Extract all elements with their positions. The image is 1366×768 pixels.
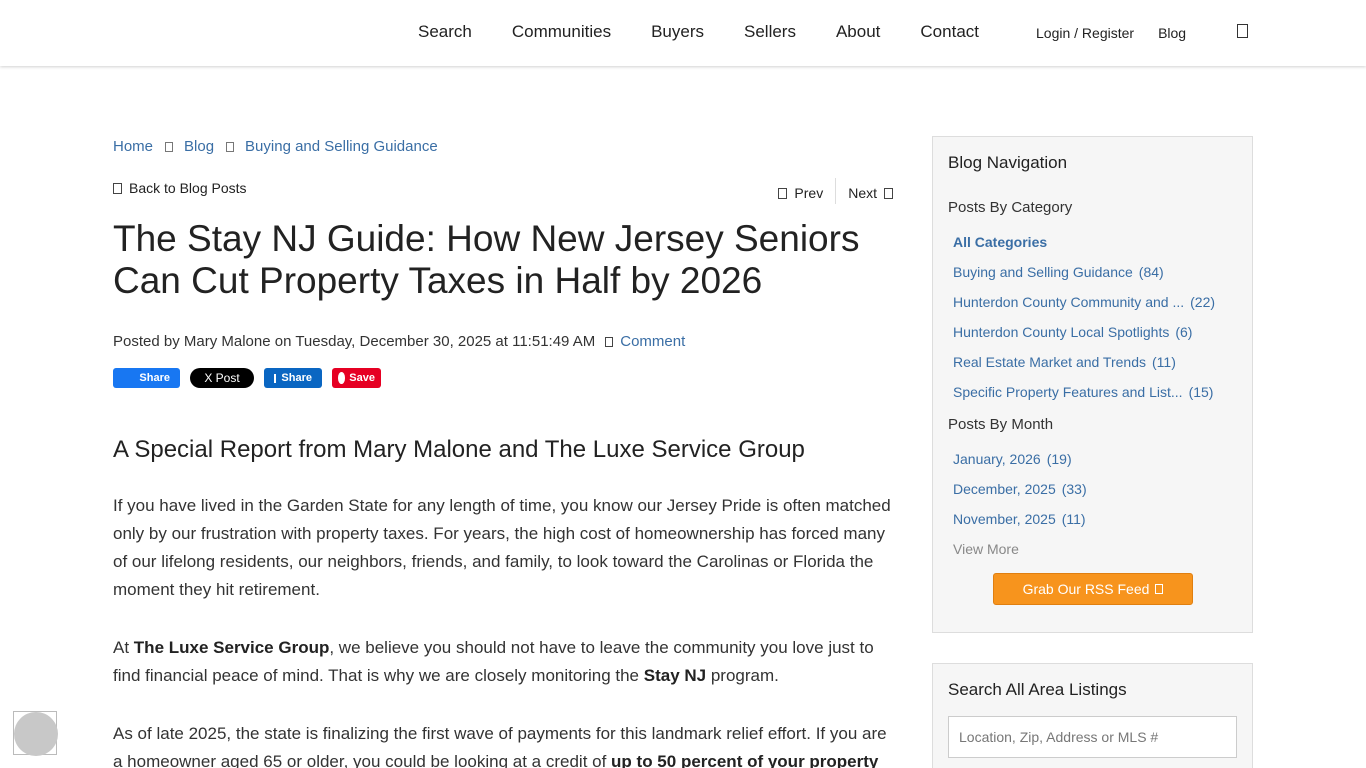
paragraph-1: If you have lived in the Garden State fo… [113, 496, 891, 599]
share-buttons: Share X Post Share Save [113, 368, 391, 388]
post-navigation: Back to Blog Posts Prev Next [113, 178, 893, 206]
nav-contact[interactable]: Contact [920, 22, 979, 42]
back-to-blog-link[interactable]: Back to Blog Posts [113, 180, 247, 196]
pinterest-save-label: Save [349, 372, 375, 384]
nav-buyers[interactable]: Buyers [651, 22, 704, 42]
linkedin-share-button[interactable]: Share [264, 368, 322, 388]
breadcrumb: Home Blog Buying and Selling Guidance [113, 138, 438, 155]
breadcrumb-home[interactable]: Home [113, 138, 153, 155]
prev-label: Prev [794, 185, 824, 201]
category-item[interactable]: All Categories [953, 234, 1215, 264]
rss-feed-button[interactable]: Grab Our RSS Feed [993, 573, 1193, 605]
menu-icon[interactable] [1237, 24, 1248, 38]
category-item[interactable]: Hunterdon County Local Spotlights (6) [953, 324, 1215, 354]
month-item[interactable]: January, 2026 (19) [953, 451, 1087, 481]
rss-feed-label: Grab Our RSS Feed [1022, 581, 1150, 597]
paragraph-2: At The Luxe Service Group, we believe yo… [113, 638, 874, 685]
utility-nav: Login / Register Blog [1036, 25, 1210, 41]
chevron-right-icon [226, 141, 235, 152]
breadcrumb-category[interactable]: Buying and Selling Guidance [245, 138, 438, 155]
pinterest-icon [338, 372, 346, 384]
accessibility-icon [14, 712, 58, 756]
next-label: Next [848, 185, 877, 201]
rss-icon [1155, 584, 1164, 594]
month-item[interactable]: December, 2025 (33) [953, 481, 1087, 511]
comment-label: Comment [620, 333, 686, 350]
blog-link[interactable]: Blog [1158, 25, 1186, 41]
category-item[interactable]: Buying and Selling Guidance (84) [953, 264, 1215, 294]
breadcrumb-blog[interactable]: Blog [184, 138, 214, 155]
next-post-link[interactable]: Next [848, 185, 893, 201]
nav-about[interactable]: About [836, 22, 880, 42]
listing-search-panel: Search All Area Listings [932, 663, 1253, 768]
view-more-link[interactable]: View More [953, 541, 1087, 571]
linkedin-icon [274, 373, 277, 383]
chevron-left-icon [778, 187, 788, 199]
main-nav: Search Communities Buyers Sellers About … [418, 22, 1019, 42]
nav-communities[interactable]: Communities [512, 22, 611, 42]
post-body: If you have lived in the Garden State fo… [113, 492, 893, 768]
blog-navigation-panel: Blog Navigation Posts By Category All Ca… [932, 136, 1253, 633]
chevron-right-icon [165, 141, 174, 152]
posts-by-category-heading: Posts By Category [948, 199, 1073, 216]
chevron-right-icon [884, 187, 893, 199]
site-header: Search Communities Buyers Sellers About … [0, 0, 1366, 66]
blog-navigation-title: Blog Navigation [948, 153, 1068, 172]
nav-sellers[interactable]: Sellers [744, 22, 796, 42]
posts-by-month-heading: Posts By Month [948, 416, 1054, 433]
login-register-link[interactable]: Login / Register [1036, 25, 1134, 41]
category-list: All Categories Buying and Selling Guidan… [953, 234, 1215, 414]
prev-post-link[interactable]: Prev [778, 185, 823, 201]
month-item[interactable]: November, 2025 (11) [953, 511, 1087, 541]
category-item[interactable]: Specific Property Features and List... (1… [953, 384, 1215, 414]
post-title: The Stay NJ Guide: How New Jersey Senior… [113, 218, 860, 301]
accessibility-widget[interactable] [13, 711, 58, 756]
category-item[interactable]: Real Estate Market and Trends (11) [953, 354, 1215, 384]
post-subtitle: A Special Report from Mary Malone and Th… [113, 436, 805, 463]
listing-search-title: Search All Area Listings [948, 680, 1127, 699]
facebook-share-label: Share [139, 372, 170, 384]
category-item[interactable]: Hunterdon County Community and ... (22) [953, 294, 1215, 324]
x-post-button[interactable]: X Post [190, 368, 254, 388]
pinterest-save-button[interactable]: Save [332, 368, 381, 388]
arrow-left-icon [113, 182, 122, 194]
divider [835, 178, 837, 204]
nav-search[interactable]: Search [418, 22, 472, 42]
linkedin-share-label: Share [281, 372, 312, 384]
comment-link[interactable]: Comment [605, 333, 685, 350]
comment-icon [605, 336, 614, 347]
prev-next-nav: Prev Next [778, 178, 893, 206]
x-post-label: X Post [204, 371, 240, 385]
byline-text: Posted by Mary Malone on Tuesday, Decemb… [113, 333, 596, 350]
back-to-blog-label: Back to Blog Posts [129, 180, 247, 196]
post-byline: Posted by Mary Malone on Tuesday, Decemb… [113, 333, 685, 350]
facebook-share-button[interactable]: Share [113, 368, 180, 388]
month-list: January, 2026 (19) December, 2025 (33) Nov… [953, 451, 1087, 571]
paragraph-3: As of late 2025, the state is finalizing… [113, 724, 887, 768]
listing-search-input[interactable] [948, 716, 1237, 758]
